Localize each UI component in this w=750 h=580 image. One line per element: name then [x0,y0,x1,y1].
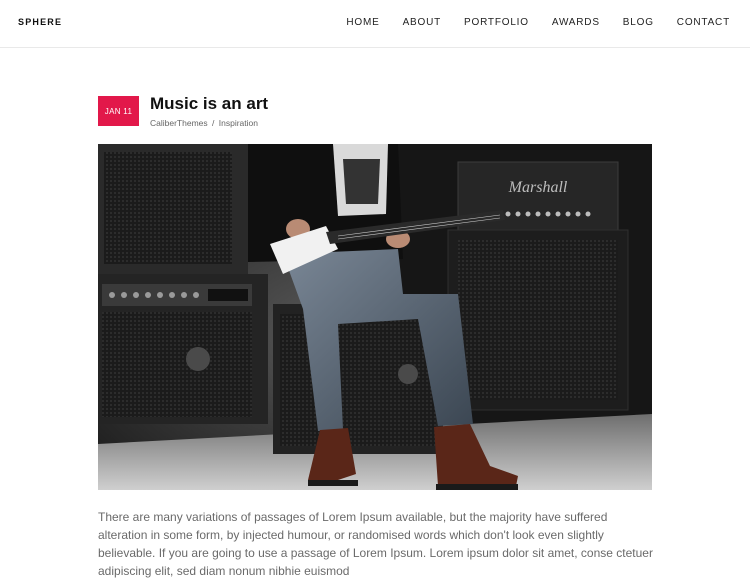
top-navigation-bar: SPHERE HOME ABOUT PORTFOLIO AWARDS BLOG … [0,0,750,48]
meta-separator: / [212,118,215,128]
nav-contact[interactable]: CONTACT [677,16,730,30]
post-category-link[interactable]: Inspiration [219,118,258,128]
post-meta: CaliberThemes / Inspiration [150,118,258,128]
nav-about[interactable]: ABOUT [403,16,441,30]
main-navigation: HOME ABOUT PORTFOLIO AWARDS BLOG CONTACT [323,16,730,30]
amp-brand-text: Marshall [508,179,568,196]
guitarist-photo: Marshall [98,144,652,490]
nav-blog[interactable]: BLOG [623,16,654,30]
site-logo[interactable]: SPHERE [18,17,62,27]
post-author-link[interactable]: CaliberThemes [150,118,208,128]
nav-awards[interactable]: AWARDS [552,16,600,30]
nav-portfolio[interactable]: PORTFOLIO [464,16,529,30]
post-featured-image[interactable]: Marshall [98,144,652,490]
post-title[interactable]: Music is an art [150,93,268,115]
post-excerpt: There are many variations of passages of… [98,510,653,578]
nav-home[interactable]: HOME [346,16,379,30]
post-date-badge: JAN 11 [98,96,139,126]
